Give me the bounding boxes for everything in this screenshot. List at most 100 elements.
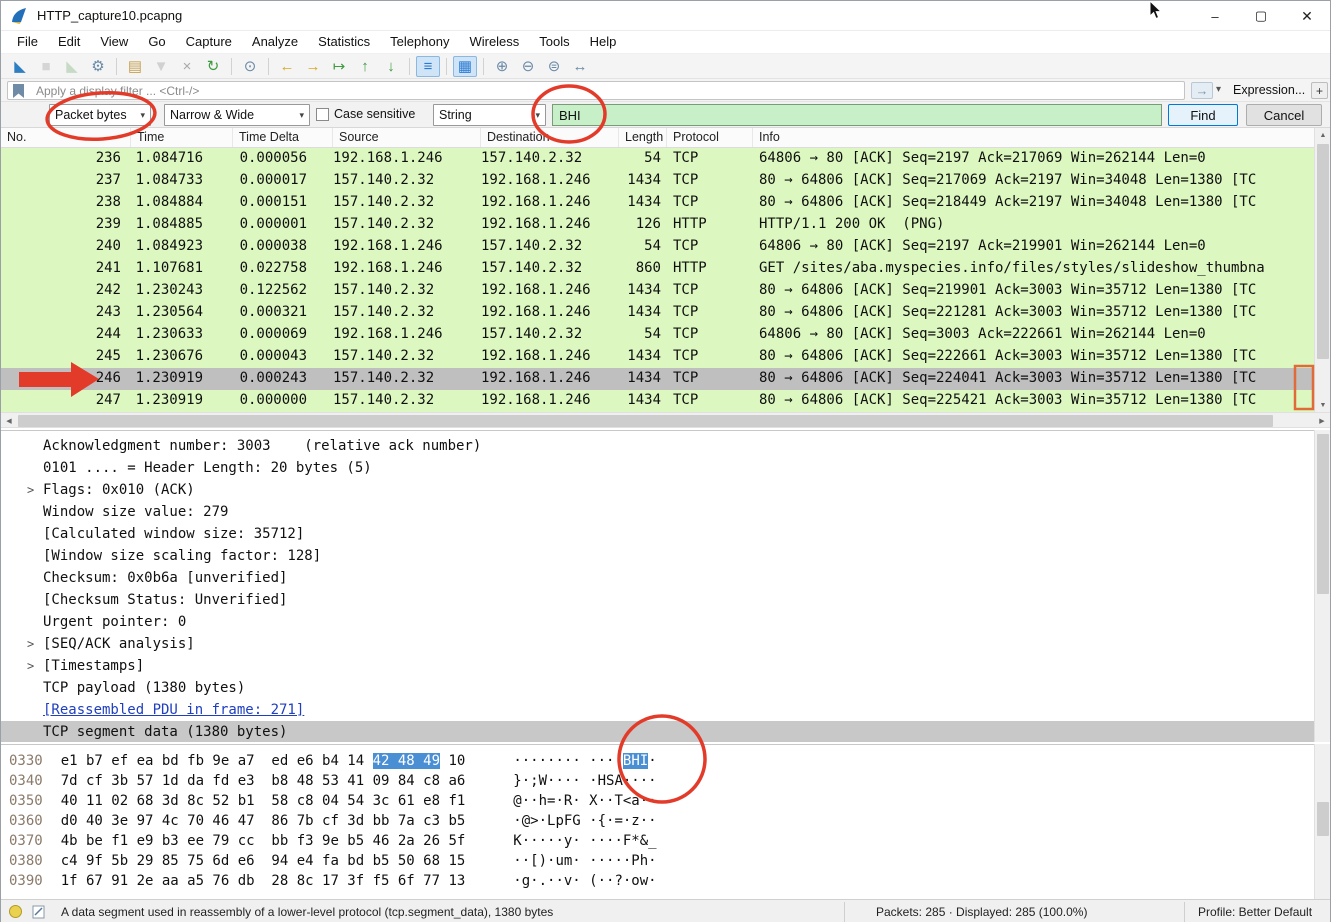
zoom-original-icon[interactable]: ⊜ bbox=[542, 56, 566, 77]
menu-item-tools[interactable]: Tools bbox=[529, 32, 579, 52]
apply-filter-icon[interactable]: → bbox=[1191, 82, 1213, 99]
packet-row-237[interactable]: 2371.0847330.000017157.140.2.32192.168.1… bbox=[1, 170, 1330, 192]
packet-list-hscroll-thumb[interactable] bbox=[18, 415, 1273, 427]
go-to-packet-icon[interactable]: ↦ bbox=[327, 56, 351, 77]
hex-row-0390[interactable]: 03901f 67 91 2e aa a5 76 db 28 8c 17 3f … bbox=[1, 873, 1330, 893]
go-back-icon[interactable]: ← bbox=[275, 56, 299, 77]
menu-item-wireless[interactable]: Wireless bbox=[459, 32, 529, 52]
column-header-time[interactable]: Time bbox=[131, 128, 233, 147]
detail-line[interactable]: >[SEQ/ACK analysis] bbox=[1, 633, 1330, 655]
hex-vscrollbar[interactable] bbox=[1314, 744, 1330, 899]
detail-line[interactable]: TCP payload (1380 bytes) bbox=[1, 677, 1330, 699]
menu-item-capture[interactable]: Capture bbox=[176, 32, 242, 52]
detail-line[interactable]: Window size value: 279 bbox=[1, 501, 1330, 523]
hex-vscroll-thumb[interactable] bbox=[1317, 802, 1329, 836]
find-button[interactable]: Find bbox=[1168, 104, 1238, 126]
expander-icon[interactable]: > bbox=[27, 659, 43, 673]
details-vscrollbar[interactable] bbox=[1314, 430, 1330, 742]
expert-info-icon[interactable] bbox=[9, 905, 22, 918]
menu-item-telephony[interactable]: Telephony bbox=[380, 32, 459, 52]
search-in-dropdown[interactable]: Packet bytes ▾ bbox=[49, 104, 151, 126]
add-filter-button[interactable]: + bbox=[1311, 82, 1328, 99]
capture-comment-icon[interactable] bbox=[32, 905, 46, 919]
column-header-info[interactable]: Info bbox=[753, 128, 1330, 147]
detail-line[interactable]: TCP segment data (1380 bytes) bbox=[1, 721, 1330, 742]
find-input[interactable] bbox=[552, 104, 1162, 126]
packet-row-245[interactable]: 2451.2306760.000043157.140.2.32192.168.1… bbox=[1, 346, 1330, 368]
scroll-right-icon[interactable]: ▶ bbox=[1314, 414, 1330, 428]
packet-row-238[interactable]: 2381.0848840.000151157.140.2.32192.168.1… bbox=[1, 192, 1330, 214]
go-forward-icon[interactable]: → bbox=[301, 56, 325, 77]
column-header-no[interactable]: No. bbox=[1, 128, 131, 147]
packet-row-247[interactable]: 2471.2309190.000000157.140.2.32192.168.1… bbox=[1, 390, 1330, 412]
capture-options-icon[interactable]: ⚙ bbox=[86, 56, 110, 77]
close-button[interactable]: ✕ bbox=[1284, 1, 1330, 31]
status-profile[interactable]: Profile: Better Default bbox=[1198, 905, 1312, 919]
cancel-button[interactable]: Cancel bbox=[1246, 104, 1322, 126]
zoom-in-icon[interactable]: ⊕ bbox=[490, 56, 514, 77]
column-header-dst[interactable]: Destination bbox=[481, 128, 619, 147]
go-first-packet-icon[interactable]: ↑ bbox=[353, 56, 377, 77]
hex-row-0330[interactable]: 0330e1 b7 ef ea bd fb 9e a7 ed e6 b4 14 … bbox=[1, 753, 1330, 773]
search-type-dropdown[interactable]: String ▾ bbox=[433, 104, 546, 126]
expander-icon[interactable]: > bbox=[27, 637, 43, 651]
details-vscroll-thumb[interactable] bbox=[1317, 434, 1329, 594]
detail-line[interactable]: >[Timestamps] bbox=[1, 655, 1330, 677]
hex-row-0360[interactable]: 0360d0 40 3e 97 4c 70 46 47 86 7b cf 3d … bbox=[1, 813, 1330, 833]
packet-row-236[interactable]: 2361.0847160.000056192.168.1.246157.140.… bbox=[1, 148, 1330, 170]
menu-item-edit[interactable]: Edit bbox=[48, 32, 90, 52]
packet-row-242[interactable]: 2421.2302430.122562157.140.2.32192.168.1… bbox=[1, 280, 1330, 302]
zoom-out-icon[interactable]: ⊖ bbox=[516, 56, 540, 77]
maximize-button[interactable]: ▢ bbox=[1238, 1, 1284, 31]
detail-line[interactable]: [Checksum Status: Unverified] bbox=[1, 589, 1330, 611]
column-header-src[interactable]: Source bbox=[333, 128, 481, 147]
scroll-left-icon[interactable]: ◀ bbox=[1, 414, 17, 428]
detail-line[interactable]: [Calculated window size: 35712] bbox=[1, 523, 1330, 545]
display-filter-input[interactable] bbox=[7, 81, 1185, 100]
column-header-proto[interactable]: Protocol bbox=[667, 128, 753, 147]
menu-item-analyze[interactable]: Analyze bbox=[242, 32, 308, 52]
detail-line[interactable]: 0101 .... = Header Length: 20 bytes (5) bbox=[1, 457, 1330, 479]
detail-line[interactable]: [Window size scaling factor: 128] bbox=[1, 545, 1330, 567]
packet-row-240[interactable]: 2401.0849230.000038192.168.1.246157.140.… bbox=[1, 236, 1330, 258]
expander-icon[interactable]: > bbox=[27, 483, 43, 497]
menu-item-file[interactable]: File bbox=[7, 32, 48, 52]
detail-line[interactable]: Checksum: 0x0b6a [unverified] bbox=[1, 567, 1330, 589]
close-file-icon[interactable]: × bbox=[175, 56, 199, 77]
menu-item-go[interactable]: Go bbox=[138, 32, 175, 52]
packet-list-vscroll-thumb[interactable] bbox=[1317, 144, 1329, 359]
packet-row-246[interactable]: 2461.2309190.000243157.140.2.32192.168.1… bbox=[1, 368, 1330, 390]
packet-row-239[interactable]: 2391.0848850.000001157.140.2.32192.168.1… bbox=[1, 214, 1330, 236]
colorize-packets-icon[interactable]: ▦ bbox=[453, 56, 477, 77]
detail-line[interactable]: [Reassembled PDU in frame: 271] bbox=[1, 699, 1330, 721]
minimize-button[interactable]: – bbox=[1192, 1, 1238, 31]
go-last-packet-icon[interactable]: ↓ bbox=[379, 56, 403, 77]
menu-item-help[interactable]: Help bbox=[580, 32, 627, 52]
case-sensitive-checkbox[interactable] bbox=[316, 108, 329, 121]
open-file-icon[interactable]: ▤ bbox=[123, 56, 147, 77]
hex-row-0370[interactable]: 03704b be f1 e9 b3 ee 79 cc bb f3 9e b5 … bbox=[1, 833, 1330, 853]
auto-scroll-icon[interactable]: ≡ bbox=[416, 56, 440, 77]
packet-row-241[interactable]: 2411.1076810.022758192.168.1.246157.140.… bbox=[1, 258, 1330, 280]
stop-capture-icon[interactable]: ■ bbox=[34, 56, 58, 77]
expression-button[interactable]: Expression... bbox=[1233, 83, 1305, 97]
packet-row-243[interactable]: 2431.2305640.000321157.140.2.32192.168.1… bbox=[1, 302, 1330, 324]
hex-row-0380[interactable]: 0380c4 9f 5b 29 85 75 6d e6 94 e4 fa bd … bbox=[1, 853, 1330, 873]
filter-history-caret-icon[interactable]: ▾ bbox=[1216, 84, 1221, 95]
character-encoding-dropdown[interactable]: Narrow & Wide ▾ bbox=[164, 104, 310, 126]
resize-columns-icon[interactable]: ↔ bbox=[568, 56, 592, 77]
menu-item-view[interactable]: View bbox=[90, 32, 138, 52]
column-header-delta[interactable]: Time Delta bbox=[233, 128, 333, 147]
hex-row-0350[interactable]: 035040 11 02 68 3d 8c 52 b1 58 c8 04 54 … bbox=[1, 793, 1330, 813]
column-header-len[interactable]: Length bbox=[619, 128, 667, 147]
save-file-icon[interactable]: ▼ bbox=[149, 56, 173, 77]
menu-item-statistics[interactable]: Statistics bbox=[308, 32, 380, 52]
restart-capture-icon[interactable]: ◣ bbox=[60, 56, 84, 77]
scroll-up-icon[interactable]: ▲ bbox=[1315, 128, 1331, 142]
detail-line[interactable]: Urgent pointer: 0 bbox=[1, 611, 1330, 633]
find-packet-icon[interactable]: ⊙ bbox=[238, 56, 262, 77]
scroll-down-icon[interactable]: ▼ bbox=[1315, 398, 1331, 412]
start-capture-icon[interactable]: ◣ bbox=[8, 56, 32, 77]
hex-row-0340[interactable]: 03407d cf 3b 57 1d da fd e3 b8 48 53 41 … bbox=[1, 773, 1330, 793]
reload-file-icon[interactable]: ↻ bbox=[201, 56, 225, 77]
